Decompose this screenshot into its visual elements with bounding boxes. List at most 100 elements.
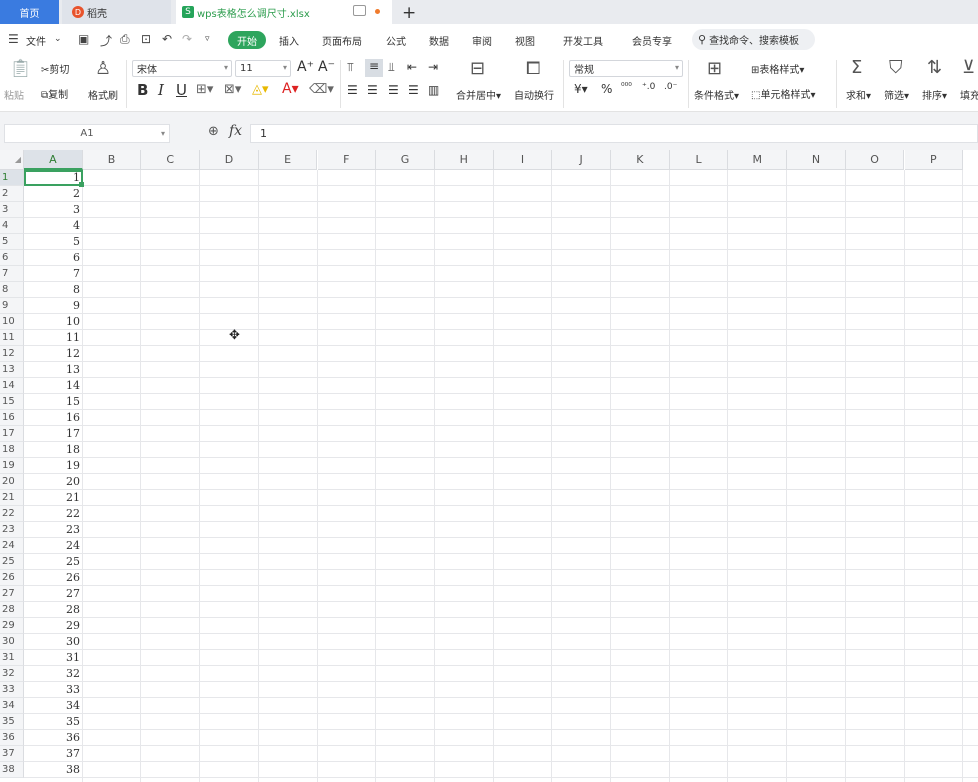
border-icon[interactable]: ⊞▾ bbox=[196, 82, 213, 97]
row-header[interactable]: 31 bbox=[0, 650, 24, 666]
column-header-b[interactable]: B bbox=[82, 150, 142, 170]
row-header[interactable]: 9 bbox=[0, 298, 24, 314]
sort-icon[interactable]: ⇅ bbox=[927, 57, 942, 78]
percent-icon[interactable]: % bbox=[601, 82, 612, 96]
customize-quick-access-icon[interactable]: ▿ bbox=[205, 34, 210, 44]
decrease-font-icon[interactable]: A⁻ bbox=[318, 59, 335, 75]
column-header-d[interactable]: D bbox=[200, 150, 259, 170]
tab-home[interactable]: 首页 bbox=[0, 0, 59, 24]
clear-format-icon[interactable]: ⌫▾ bbox=[309, 82, 334, 97]
row-header[interactable]: 34 bbox=[0, 698, 24, 714]
cell-a12[interactable]: 12 bbox=[25, 346, 82, 362]
column-header-m[interactable]: M bbox=[728, 150, 788, 170]
cell-a31[interactable]: 31 bbox=[25, 650, 82, 666]
print-preview-icon[interactable]: ⊡ bbox=[141, 32, 151, 46]
comment-icon[interactable] bbox=[353, 5, 366, 16]
align-left-icon[interactable]: ☰ bbox=[347, 83, 358, 97]
cell-style-button[interactable]: ⬚单元格样式▾ bbox=[751, 86, 815, 101]
cell-a10[interactable]: 10 bbox=[25, 314, 82, 330]
format-painter-icon[interactable]: ♙ bbox=[95, 58, 111, 79]
copy-button[interactable]: ⧉复制 bbox=[41, 86, 68, 101]
column-header-l[interactable]: L bbox=[669, 150, 729, 170]
column-header-c[interactable]: C bbox=[141, 150, 201, 170]
command-search[interactable]: ⚲ 查找命令、搜索模板 bbox=[692, 29, 815, 50]
row-header[interactable]: 21 bbox=[0, 490, 24, 506]
cell-a33[interactable]: 33 bbox=[25, 682, 82, 698]
zoom-icon[interactable]: ⊕ bbox=[208, 124, 219, 139]
wrap-text-button[interactable]: 自动换行 bbox=[514, 87, 554, 102]
row-header[interactable]: 24 bbox=[0, 538, 24, 554]
row-header[interactable]: 20 bbox=[0, 474, 24, 490]
spreadsheet-grid[interactable]: ◢ A B C D E F G H I J K L M N O P 1 1 2 2 3 3 4 4 5 5 6 6 7 7 8 8 9 9 10 10 1… bbox=[0, 150, 978, 782]
row-header[interactable]: 6 bbox=[0, 250, 24, 266]
row-header[interactable]: 28 bbox=[0, 602, 24, 618]
cell-a26[interactable]: 26 bbox=[25, 570, 82, 586]
row-header[interactable]: 19 bbox=[0, 458, 24, 474]
font-size-select[interactable]: 11 ▾ bbox=[235, 60, 291, 77]
cell-a3[interactable]: 3 bbox=[25, 202, 82, 218]
cell-a24[interactable]: 24 bbox=[25, 538, 82, 554]
fill-icon[interactable]: ⊻ bbox=[962, 57, 975, 78]
cell-a18[interactable]: 18 bbox=[25, 442, 82, 458]
decrease-indent-icon[interactable]: ⇤ bbox=[407, 60, 417, 74]
align-center-icon[interactable]: ☰ bbox=[367, 83, 378, 97]
number-format-select[interactable]: 常规 ▾ bbox=[569, 60, 683, 77]
cell-a32[interactable]: 32 bbox=[25, 666, 82, 682]
tab-document[interactable]: S wps表格怎么调尺寸.xlsx bbox=[176, 0, 392, 24]
distributed-icon[interactable]: ▥ bbox=[428, 83, 439, 97]
menu-file[interactable]: 文件 bbox=[26, 33, 46, 48]
font-color-icon[interactable]: A▾ bbox=[282, 81, 299, 97]
column-header-p[interactable]: P bbox=[904, 150, 964, 170]
row-header[interactable]: 3 bbox=[0, 202, 24, 218]
menu-tab-view[interactable]: 视图 bbox=[515, 33, 535, 48]
cell-a34[interactable]: 34 bbox=[25, 698, 82, 714]
column-header-e[interactable]: E bbox=[258, 150, 318, 170]
menu-tab-developer[interactable]: 开发工具 bbox=[563, 33, 603, 48]
decrease-decimal-icon[interactable]: .0⁻ bbox=[664, 82, 677, 92]
format-painter-button[interactable]: 格式刷 bbox=[88, 87, 118, 102]
currency-icon[interactable]: ¥▾ bbox=[574, 82, 588, 96]
sort-button[interactable]: 排序▾ bbox=[922, 87, 947, 102]
cell-a21[interactable]: 21 bbox=[25, 490, 82, 506]
cell-a22[interactable]: 22 bbox=[25, 506, 82, 522]
cell-a23[interactable]: 23 bbox=[25, 522, 82, 538]
highlight-color-icon[interactable]: ◬▾ bbox=[252, 82, 269, 97]
conditional-format-icon[interactable]: ⊞ bbox=[707, 58, 722, 79]
column-header-h[interactable]: H bbox=[434, 150, 494, 170]
column-header-k[interactable]: K bbox=[611, 150, 670, 170]
cell-a4[interactable]: 4 bbox=[25, 218, 82, 234]
row-header[interactable]: 18 bbox=[0, 442, 24, 458]
cell-a37[interactable]: 37 bbox=[25, 746, 82, 762]
sum-button[interactable]: 求和▾ bbox=[846, 87, 871, 102]
row-header[interactable]: 22 bbox=[0, 506, 24, 522]
row-header[interactable]: 8 bbox=[0, 282, 24, 298]
filter-icon[interactable]: ⛉ bbox=[889, 57, 903, 78]
cell-a2[interactable]: 2 bbox=[25, 186, 82, 202]
menu-tab-data[interactable]: 数据 bbox=[429, 33, 449, 48]
increase-font-icon[interactable]: A⁺ bbox=[297, 59, 314, 75]
row-header[interactable]: 13 bbox=[0, 362, 24, 378]
column-header-a[interactable]: A bbox=[24, 150, 83, 170]
row-header[interactable]: 14 bbox=[0, 378, 24, 394]
sum-icon[interactable]: Σ bbox=[851, 57, 862, 78]
menu-tab-formulas[interactable]: 公式 bbox=[386, 33, 406, 48]
fill-handle[interactable] bbox=[78, 182, 84, 187]
cell-a27[interactable]: 27 bbox=[25, 586, 82, 602]
hamburger-menu-icon[interactable]: ☰ bbox=[8, 32, 19, 46]
paste-icon[interactable]: 📋︎ bbox=[9, 58, 32, 79]
cell-a15[interactable]: 15 bbox=[25, 394, 82, 410]
cell-a8[interactable]: 8 bbox=[25, 282, 82, 298]
cell-a36[interactable]: 36 bbox=[25, 730, 82, 746]
row-header[interactable]: 10 bbox=[0, 314, 24, 330]
column-header-o[interactable]: O bbox=[845, 150, 905, 170]
row-header[interactable]: 38 bbox=[0, 762, 24, 778]
merge-center-button[interactable]: 合并居中▾ bbox=[456, 87, 501, 102]
cell-a6[interactable]: 6 bbox=[25, 250, 82, 266]
row-header[interactable]: 17 bbox=[0, 426, 24, 442]
align-right-icon[interactable]: ☰ bbox=[388, 83, 399, 97]
wrap-text-icon[interactable]: ⧠ bbox=[526, 58, 540, 79]
increase-indent-icon[interactable]: ⇥ bbox=[428, 60, 438, 74]
cell-a19[interactable]: 19 bbox=[25, 458, 82, 474]
chevron-down-icon[interactable]: ⌄ bbox=[54, 34, 62, 44]
menu-tab-member[interactable]: 会员专享 bbox=[632, 33, 672, 48]
